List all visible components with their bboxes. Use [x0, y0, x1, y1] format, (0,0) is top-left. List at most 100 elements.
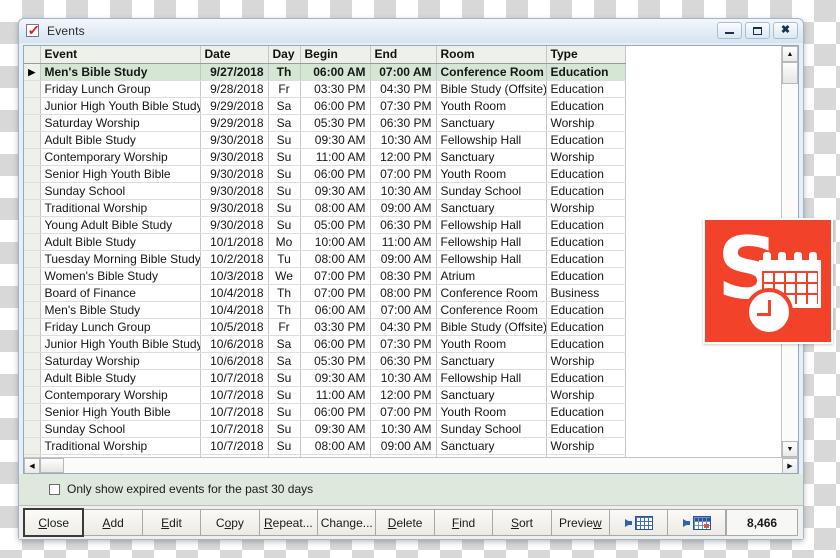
sort-button[interactable]: Sort — [493, 509, 552, 536]
cell-type: Education — [546, 131, 626, 149]
table-row[interactable]: Contemporary Worship 9/30/2018 Su 11:00 AM 1… — [24, 148, 626, 166]
row-selector-cell[interactable] — [24, 403, 41, 421]
table-row[interactable]: Junior High Youth Bible Study 9/29/2018 Sa… — [24, 97, 626, 115]
cell-event: Young Adult Bible Study — [40, 216, 201, 234]
table-row[interactable]: Contemporary Worship 10/7/2018 Su 11:00 AM 1… — [24, 386, 626, 404]
row-selector-cell[interactable] — [24, 284, 41, 302]
scroll-right-button[interactable]: ▶ — [782, 458, 798, 473]
row-selector-cell[interactable] — [24, 80, 41, 98]
horizontal-scroll-track[interactable] — [64, 458, 782, 473]
preview-button[interactable]: Preview — [551, 509, 611, 536]
table-row[interactable]: Men's Bible Study 10/4/2018 Th 06:00 AM 07:0… — [24, 301, 626, 319]
clock-icon — [745, 288, 793, 336]
cell-event: Sunday School — [40, 182, 201, 200]
column-header-end[interactable]: End — [370, 46, 437, 64]
close-button[interactable]: Close — [23, 508, 85, 537]
expired-filter-row[interactable]: Only show expired events for the past 30… — [19, 482, 803, 505]
table-row[interactable]: Saturday Worship 9/29/2018 Sa 05:30 PM 06:30… — [24, 114, 626, 132]
row-selector-cell[interactable] — [24, 369, 41, 387]
cell-type: Education — [546, 267, 626, 285]
column-header-event[interactable]: Event — [40, 46, 201, 64]
table-row[interactable]: Young Adult Bible Study 9/30/2018 Su 05:00 … — [24, 216, 626, 234]
row-selector-cell[interactable] — [24, 233, 41, 251]
row-selector-cell[interactable] — [24, 437, 41, 455]
cell-end: 12:00 PM — [370, 148, 437, 166]
cell-room: Fellowship Hall — [436, 369, 547, 387]
row-selector-cell[interactable] — [24, 352, 41, 370]
row-selector-cell[interactable] — [24, 182, 41, 200]
export-to-calendar-button[interactable] — [668, 509, 727, 536]
row-selector-cell[interactable] — [24, 131, 41, 149]
column-header-type[interactable]: Type — [546, 46, 626, 64]
table-row[interactable]: Sunday School 10/7/2018 Su 09:30 AM 10:30 AM… — [24, 420, 626, 438]
row-selector-cell[interactable]: ▶ — [24, 63, 41, 81]
delete-button[interactable]: Delete — [376, 509, 435, 536]
table-row[interactable]: Friday Lunch Group 9/28/2018 Fr 03:30 PM 04:… — [24, 80, 626, 98]
row-selector-cell[interactable] — [24, 420, 41, 438]
column-header-room[interactable]: Room — [436, 46, 547, 64]
table-row[interactable]: Women's Bible Study 10/3/2018 We 07:00 PM 08… — [24, 267, 626, 285]
export-to-grid-button[interactable] — [610, 509, 669, 536]
find-button[interactable]: Find — [434, 509, 494, 536]
table-row[interactable]: Junior High Youth Bible Study 10/6/2018 Sa… — [24, 335, 626, 353]
table-row[interactable]: Senior High Youth Bible 10/7/2018 Su 06:00 … — [24, 403, 626, 421]
row-selector-cell[interactable] — [24, 301, 41, 319]
row-selector-cell[interactable] — [24, 114, 41, 132]
table-row[interactable]: Adult Bible Study 10/7/2018 Su 09:30 AM 10:3… — [24, 369, 626, 387]
row-selector-cell[interactable] — [24, 97, 41, 115]
copy-button[interactable]: Copy — [201, 509, 260, 536]
scroll-down-button[interactable]: ▼ — [782, 441, 798, 457]
grid-scroll-viewport[interactable]: Event Date Day Begin End Room Type ▶ Men's Bibl… — [24, 46, 781, 457]
cell-end: 04:30 PM — [370, 318, 437, 336]
cell-begin: 06:00 AM — [300, 63, 371, 81]
maximize-button[interactable] — [745, 22, 770, 39]
row-selector-cell[interactable] — [24, 250, 41, 268]
column-header-date[interactable]: Date — [200, 46, 269, 64]
table-row[interactable]: Adult Bible Study 9/30/2018 Su 09:30 AM 10:3… — [24, 131, 626, 149]
events-window: ✓ Events ✖ Event Date Day Begin End Room Typ — [18, 18, 804, 540]
table-row[interactable]: Tuesday Morning Bible Study 10/2/2018 Tu 08… — [24, 250, 626, 268]
cell-day: Sa — [268, 335, 301, 353]
cell-type: Worship — [546, 114, 626, 132]
row-selector-header — [24, 46, 41, 64]
scroll-left-button[interactable]: ◀ — [24, 458, 40, 473]
command-button-bar: Close Add Edit Copy Repeat... Change... Delete… — [19, 505, 803, 539]
horizontal-scroll-thumb[interactable] — [40, 458, 64, 473]
edit-button[interactable]: Edit — [142, 509, 202, 536]
table-row[interactable]: Adult Bible Study 10/1/2018 Mo 10:00 AM 11:0… — [24, 233, 626, 251]
table-row[interactable]: Board of Finance 10/4/2018 Th 07:00 PM 08:00… — [24, 284, 626, 302]
scroll-up-button[interactable]: ▲ — [782, 46, 798, 62]
add-button[interactable]: Add — [84, 509, 143, 536]
change-button[interactable]: Change... — [318, 509, 377, 536]
table-row[interactable]: Friday Lunch Group 10/5/2018 Fr 03:30 PM 04:… — [24, 318, 626, 336]
close-button[interactable]: ✖ — [773, 22, 798, 39]
expired-filter-checkbox[interactable] — [49, 483, 60, 495]
minimize-button[interactable] — [717, 22, 742, 39]
row-selector-cell[interactable] — [24, 386, 41, 404]
cell-day: Th — [268, 301, 301, 319]
row-selector-cell[interactable] — [24, 267, 41, 285]
table-row[interactable]: Traditional Worship 10/7/2018 Su 08:00 AM 09… — [24, 437, 626, 455]
table-row[interactable]: Young Adult Bible Study10/7/2018Su05:00 … — [24, 454, 626, 457]
cell-begin: 10:00 AM — [300, 233, 371, 251]
horizontal-scrollbar[interactable]: ◀ ▶ — [24, 457, 798, 473]
close-icon: ✖ — [780, 24, 791, 36]
column-header-day[interactable]: Day — [268, 46, 301, 64]
row-selector-cell[interactable] — [24, 318, 41, 336]
column-header-begin[interactable]: Begin — [300, 46, 371, 64]
row-selector-cell[interactable] — [24, 335, 41, 353]
cell-begin: 03:30 PM — [300, 318, 371, 336]
table-row[interactable]: ▶ Men's Bible Study 9/27/2018 Th 06:00 AM 07:… — [24, 63, 626, 81]
table-row[interactable]: Saturday Worship 10/6/2018 Sa 05:30 PM 06:30… — [24, 352, 626, 370]
row-selector-cell[interactable] — [24, 454, 41, 457]
vertical-scroll-thumb[interactable] — [782, 62, 798, 84]
row-selector-cell[interactable] — [24, 199, 41, 217]
row-selector-cell[interactable] — [24, 216, 41, 234]
row-selector-cell[interactable] — [24, 165, 41, 183]
table-row[interactable]: Sunday School 9/30/2018 Su 09:30 AM 10:30 AM… — [24, 182, 626, 200]
table-row[interactable]: Traditional Worship 9/30/2018 Su 08:00 AM 09… — [24, 199, 626, 217]
table-row[interactable]: Senior High Youth Bible 9/30/2018 Su 06:00 … — [24, 165, 626, 183]
repeat-button[interactable]: Repeat... — [259, 509, 319, 536]
window-titlebar[interactable]: ✓ Events ✖ — [19, 19, 803, 43]
row-selector-cell[interactable] — [24, 148, 41, 166]
